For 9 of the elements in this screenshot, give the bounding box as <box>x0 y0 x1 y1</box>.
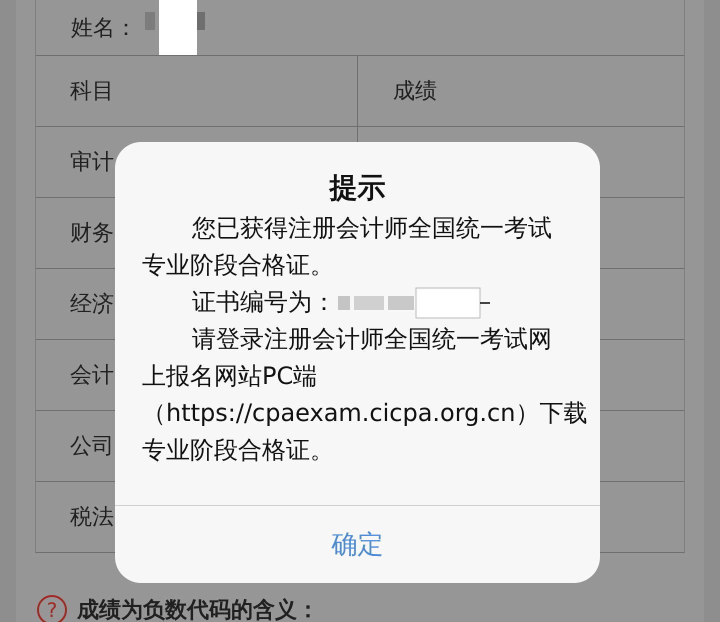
confirm-button[interactable]: 确定 <box>115 505 600 583</box>
help-icon: ? <box>37 595 67 622</box>
message-text: 专业阶段合格证。 <box>142 435 334 466</box>
column-header: 科目 <box>36 56 358 126</box>
name-label: 姓名： <box>71 14 137 42</box>
column-header: 成绩 <box>392 78 438 106</box>
message-text: 证书编号为： <box>192 287 336 318</box>
note-heading: 成绩为负数代码的含义： <box>77 597 319 622</box>
message-text: 上报名网站PC端 <box>142 361 318 392</box>
